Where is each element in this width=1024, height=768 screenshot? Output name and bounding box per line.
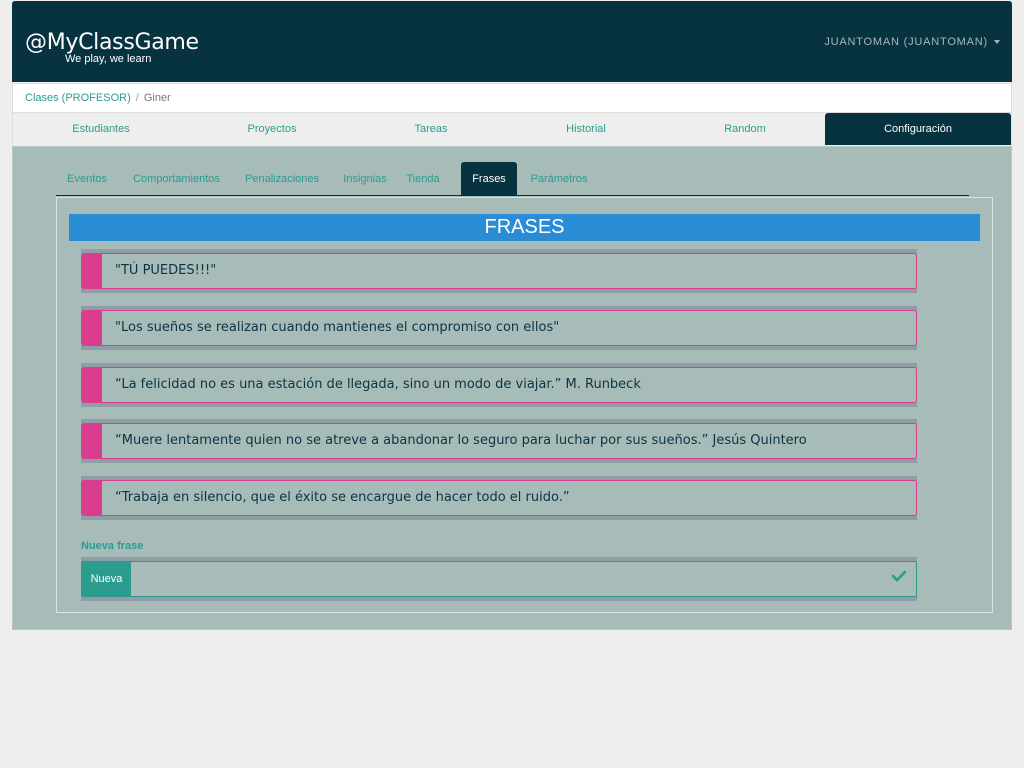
tab-random[interactable]: Random (665, 113, 825, 145)
phrase-text: “Trabaja en silencio, que el éxito se en… (115, 490, 570, 505)
tab-history[interactable]: Historial (507, 113, 665, 145)
brand-logo[interactable]: @MyClassGame (25, 30, 199, 55)
phrase-text: “La felicidad no es una estación de lleg… (115, 377, 641, 392)
tab-parameters[interactable]: Parámetros (526, 162, 592, 195)
tab-shop[interactable]: Tienda (402, 162, 444, 195)
tab-configuration[interactable]: Configuración (825, 113, 1011, 145)
phrase-card[interactable]: "TÚ PUEDES!!!" (81, 253, 917, 289)
new-phrase-input-group: Nueva (81, 561, 917, 597)
new-phrase-form: Nueva (81, 557, 917, 601)
tab-penalties[interactable]: Penalizaciones (236, 162, 328, 195)
phrase-marker (82, 254, 102, 288)
phrase-text: “Muere lentamente quien no se atreve a a… (115, 433, 807, 448)
tab-tasks[interactable]: Tareas (355, 113, 507, 145)
tab-projects[interactable]: Proyectos (189, 113, 355, 145)
section-title: FRASES (69, 214, 980, 241)
phrase-text: "Los sueños se realizan cuando mantienes… (115, 320, 560, 335)
breadcrumb-current: Giner (143, 92, 171, 104)
tab-behaviors[interactable]: Comportamientos (122, 162, 231, 195)
tab-phrases[interactable]: Frases (461, 162, 517, 195)
phrase-card[interactable]: "Los sueños se realizan cuando mantienes… (81, 310, 917, 346)
check-icon[interactable] (892, 570, 906, 582)
phrase-marker (82, 368, 102, 402)
tab-students[interactable]: Estudiantes (13, 113, 189, 145)
phrase-item: "Los sueños se realizan cuando mantienes… (81, 306, 917, 350)
phrase-text: "TÚ PUEDES!!!" (115, 263, 217, 278)
breadcrumb: Clases (PROFESOR) / Giner (12, 83, 1012, 113)
breadcrumb-link-classes[interactable]: Clases (PROFESOR) (25, 92, 131, 104)
phrases-content: FRASES "TÚ PUEDES!!!" "Los sueños se rea… (56, 197, 993, 613)
brand-tagline: We play, we learn (65, 53, 152, 65)
main-tabs: Estudiantes Proyectos Tareas Historial R… (12, 113, 1012, 146)
phrase-item: “Trabaja en silencio, que el éxito se en… (81, 476, 917, 520)
phrase-item: "TÚ PUEDES!!!" (81, 249, 917, 293)
user-menu[interactable]: JUANTOMAN (JUANTOMAN) (824, 36, 1000, 48)
phrase-marker (82, 424, 102, 458)
top-navbar: @MyClassGame We play, we learn JUANTOMAN… (12, 1, 1012, 82)
new-phrase-input[interactable] (132, 562, 882, 596)
new-phrase-button[interactable]: Nueva (82, 562, 131, 596)
chevron-down-icon (994, 40, 1000, 45)
phrase-item: “Muere lentamente quien no se atreve a a… (81, 419, 917, 463)
phrase-marker (82, 481, 102, 515)
tab-events[interactable]: Eventos (56, 162, 118, 195)
new-phrase-label: Nueva frase (81, 540, 144, 552)
tab-badges[interactable]: Insignias (336, 162, 394, 195)
sub-tabs: Eventos Comportamientos Penalizaciones I… (56, 162, 969, 196)
config-panel: Eventos Comportamientos Penalizaciones I… (12, 146, 1012, 630)
phrase-card[interactable]: “La felicidad no es una estación de lleg… (81, 367, 917, 403)
user-menu-label: JUANTOMAN (JUANTOMAN) (824, 36, 988, 48)
phrase-marker (82, 311, 102, 345)
breadcrumb-separator: / (135, 92, 139, 104)
phrase-card[interactable]: “Trabaja en silencio, que el éxito se en… (81, 480, 917, 516)
phrase-card[interactable]: “Muere lentamente quien no se atreve a a… (81, 423, 917, 459)
phrase-item: “La felicidad no es una estación de lleg… (81, 363, 917, 407)
